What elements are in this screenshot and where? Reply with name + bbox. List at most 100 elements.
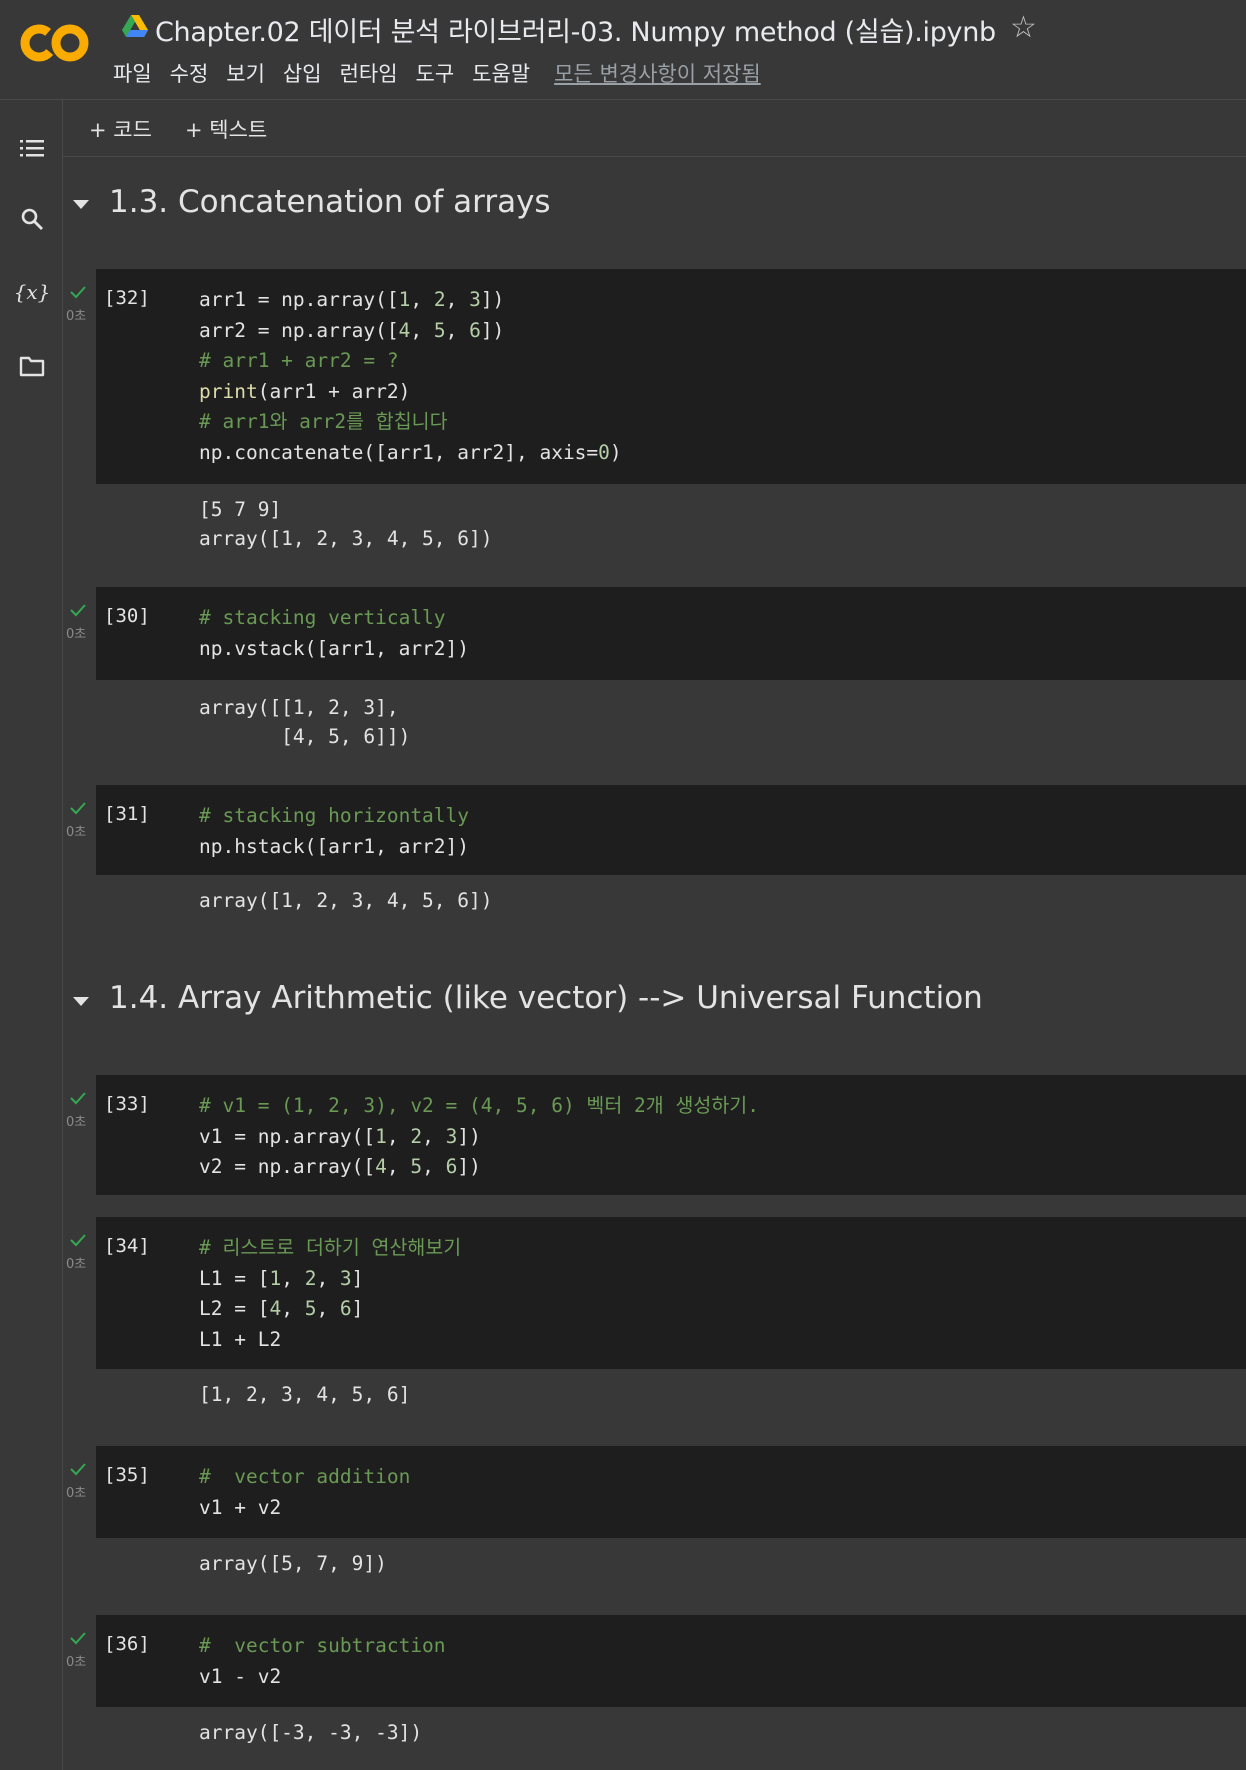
code-line[interactable]: v1 - v2 — [199, 1662, 446, 1693]
add-code-button[interactable]: + 코드 — [89, 114, 152, 144]
code-line[interactable]: print(arr1 + arr2) — [199, 377, 622, 408]
code-block[interactable]: # v1 = (1, 2, 3), v2 = (4, 5, 6) 벡터 2개 생… — [199, 1091, 759, 1183]
check-icon — [70, 286, 86, 299]
menu-view[interactable]: 보기 — [226, 58, 265, 88]
code-line[interactable]: # stacking horizontally — [199, 801, 469, 832]
menu-edit[interactable]: 수정 — [170, 58, 209, 88]
code-block[interactable]: # stacking vertically np.vstack([arr1, ar… — [199, 603, 469, 664]
output-text: array([-3, -3, -3]) — [199, 1719, 422, 1748]
save-status[interactable]: 모든 변경사항이 저장됨 — [554, 58, 761, 88]
variables-icon[interactable]: {x} — [14, 278, 51, 306]
output-line: array([5, 7, 9]) — [199, 1552, 387, 1575]
exec-count[interactable]: [36] — [104, 1633, 150, 1655]
cell-editor[interactable]: [36] # vector subtraction v1 - v2 — [96, 1615, 1246, 1707]
exec-count[interactable]: [33] — [104, 1093, 150, 1115]
header: Chapter.02 데이터 분석 라이브러리-03. Numpy method… — [0, 0, 1246, 100]
code-cell[interactable]: 0초 [36] # vector subtraction v1 - v2 arra… — [63, 1615, 1246, 1770]
exec-count[interactable]: [32] — [104, 287, 150, 309]
code-line[interactable]: # 리스트로 더하기 연산해보기 — [199, 1233, 461, 1264]
menu-file[interactable]: 파일 — [113, 58, 152, 88]
cell-editor[interactable]: [35] # vector addition v1 + v2 — [96, 1446, 1246, 1538]
code-block[interactable]: arr1 = np.array([1, 2, 3]) arr2 = np.arra… — [199, 285, 622, 468]
code-line[interactable]: v1 + v2 — [199, 1493, 410, 1524]
cell-editor[interactable]: [34] # 리스트로 더하기 연산해보기 L1 = [1, 2, 3] L2 = … — [96, 1217, 1246, 1369]
code-block[interactable]: # 리스트로 더하기 연산해보기 L1 = [1, 2, 3] L2 = [4, 5… — [199, 1233, 461, 1355]
cell-output: array([1, 2, 3, 4, 5, 6]) — [96, 875, 1246, 935]
section-heading: 1.4. Array Arithmetic (like vector) --> … — [63, 952, 1246, 1042]
code-line[interactable]: np.concatenate([arr1, arr2], axis=0) — [199, 438, 622, 469]
output-text: [5 7 9] array([1, 2, 3, 4, 5, 6]) — [199, 496, 493, 553]
cell-output: [5 7 9] array([1, 2, 3, 4, 5, 6]) — [96, 484, 1246, 574]
cell-editor[interactable]: [32] arr1 = np.array([1, 2, 3]) arr2 = np… — [96, 269, 1246, 484]
code-line[interactable]: arr1 = np.array([1, 2, 3]) — [199, 285, 622, 316]
check-icon — [70, 604, 86, 617]
code-cell[interactable]: 0초 [31] # stacking horizontally np.hstack… — [63, 785, 1246, 945]
code-line[interactable]: np.vstack([arr1, arr2]) — [199, 634, 469, 665]
add-text-button[interactable]: + 텍스트 — [185, 114, 267, 144]
star-icon[interactable]: ☆ — [1010, 10, 1037, 46]
cell-output: [1, 2, 3, 4, 5, 6] — [96, 1369, 1246, 1429]
code-line[interactable]: L2 = [4, 5, 6] — [199, 1294, 461, 1325]
code-line[interactable]: # vector addition — [199, 1462, 410, 1493]
output-line: [5 7 9] — [199, 498, 282, 521]
output-line: [1, 2, 3, 4, 5, 6] — [199, 1383, 411, 1406]
code-line[interactable]: v1 = np.array([1, 2, 3]) — [199, 1122, 759, 1153]
output-line: array([-3, -3, -3]) — [199, 1721, 423, 1744]
menu-tools[interactable]: 도구 — [416, 58, 455, 88]
exec-time: 0초 — [66, 309, 87, 324]
exec-time: 0초 — [66, 1257, 87, 1272]
notebook-title[interactable]: Chapter.02 데이터 분석 라이브러리-03. Numpy method… — [155, 10, 996, 49]
collapse-arrow-icon[interactable] — [73, 997, 89, 1006]
exec-count[interactable]: [35] — [104, 1464, 150, 1486]
menu-help[interactable]: 도움말 — [472, 58, 530, 88]
cell-editor[interactable]: [31] # stacking horizontally np.hstack([a… — [96, 785, 1246, 875]
code-line[interactable]: # vector subtraction — [199, 1631, 446, 1662]
check-icon — [70, 1234, 86, 1247]
code-line[interactable]: # stacking vertically — [199, 603, 469, 634]
cell-editor[interactable]: [33] # v1 = (1, 2, 3), v2 = (4, 5, 6) 벡터… — [96, 1075, 1246, 1195]
code-cell[interactable]: 0초 [33] # v1 = (1, 2, 3), v2 = (4, 5, 6)… — [63, 1075, 1246, 1200]
output-text: array([5, 7, 9]) — [199, 1550, 387, 1579]
output-line: array([1, 2, 3, 4, 5, 6]) — [199, 526, 493, 550]
code-line[interactable]: # v1 = (1, 2, 3), v2 = (4, 5, 6) 벡터 2개 생… — [199, 1091, 759, 1122]
code-line[interactable]: # arr1와 arr2를 합칩니다 — [199, 407, 622, 438]
left-sidebar: {x} — [0, 100, 63, 1770]
code-cell[interactable]: 0초 [35] # vector addition v1 + v2 array([… — [63, 1446, 1246, 1606]
menu-insert[interactable]: 삽입 — [283, 58, 322, 88]
drive-icon[interactable] — [122, 14, 148, 38]
code-line[interactable]: arr2 = np.array([4, 5, 6]) — [199, 316, 622, 347]
cell-output: array([5, 7, 9]) — [96, 1538, 1246, 1598]
output-line: array([[1, 2, 3], — [199, 696, 399, 719]
output-line: array([1, 2, 3, 4, 5, 6]) — [199, 889, 493, 912]
collapse-arrow-icon[interactable] — [73, 200, 89, 209]
notebook-toolbar: + 코드 + 텍스트 — [63, 100, 1246, 157]
colab-logo[interactable] — [18, 20, 92, 66]
exec-count[interactable]: [31] — [104, 803, 150, 825]
notebook-content: 1.3. Concatenation of arrays 0초 [32] arr… — [63, 157, 1246, 1770]
table-of-contents-icon[interactable] — [18, 134, 46, 162]
code-block[interactable]: # stacking horizontally np.hstack([arr1, … — [199, 801, 469, 862]
section-heading: 1.3. Concatenation of arrays — [63, 157, 1246, 237]
code-cell[interactable]: 0초 [34] # 리스트로 더하기 연산해보기 L1 = [1, 2, 3] L2… — [63, 1217, 1246, 1437]
code-line[interactable]: np.hstack([arr1, arr2]) — [199, 832, 469, 863]
exec-count[interactable]: [30] — [104, 605, 150, 627]
code-block[interactable]: # vector subtraction v1 - v2 — [199, 1631, 446, 1692]
code-block[interactable]: # vector addition v1 + v2 — [199, 1462, 410, 1523]
folder-icon[interactable] — [18, 352, 46, 380]
output-text: array([1, 2, 3, 4, 5, 6]) — [199, 887, 493, 916]
check-icon — [70, 1463, 86, 1476]
exec-time: 0초 — [66, 627, 87, 642]
code-line[interactable]: v2 = np.array([4, 5, 6]) — [199, 1152, 759, 1183]
output-text: array([[1, 2, 3], [4, 5, 6]]) — [199, 694, 410, 751]
code-cell[interactable]: 0초 [32] arr1 = np.array([1, 2, 3]) arr2 =… — [63, 269, 1246, 574]
code-cell[interactable]: 0초 [30] # stacking vertically np.vstack([… — [63, 587, 1246, 777]
search-icon[interactable] — [18, 205, 46, 233]
exec-count[interactable]: [34] — [104, 1235, 150, 1257]
check-icon — [70, 1632, 86, 1645]
code-line[interactable]: L1 = [1, 2, 3] — [199, 1264, 461, 1295]
menu-runtime[interactable]: 런타임 — [340, 58, 398, 88]
code-line[interactable]: L1 + L2 — [199, 1325, 461, 1356]
cell-editor[interactable]: [30] # stacking vertically np.vstack([arr… — [96, 587, 1246, 680]
cell-output: array([[1, 2, 3], [4, 5, 6]]) — [96, 680, 1246, 777]
code-line[interactable]: # arr1 + arr2 = ? — [199, 346, 622, 377]
